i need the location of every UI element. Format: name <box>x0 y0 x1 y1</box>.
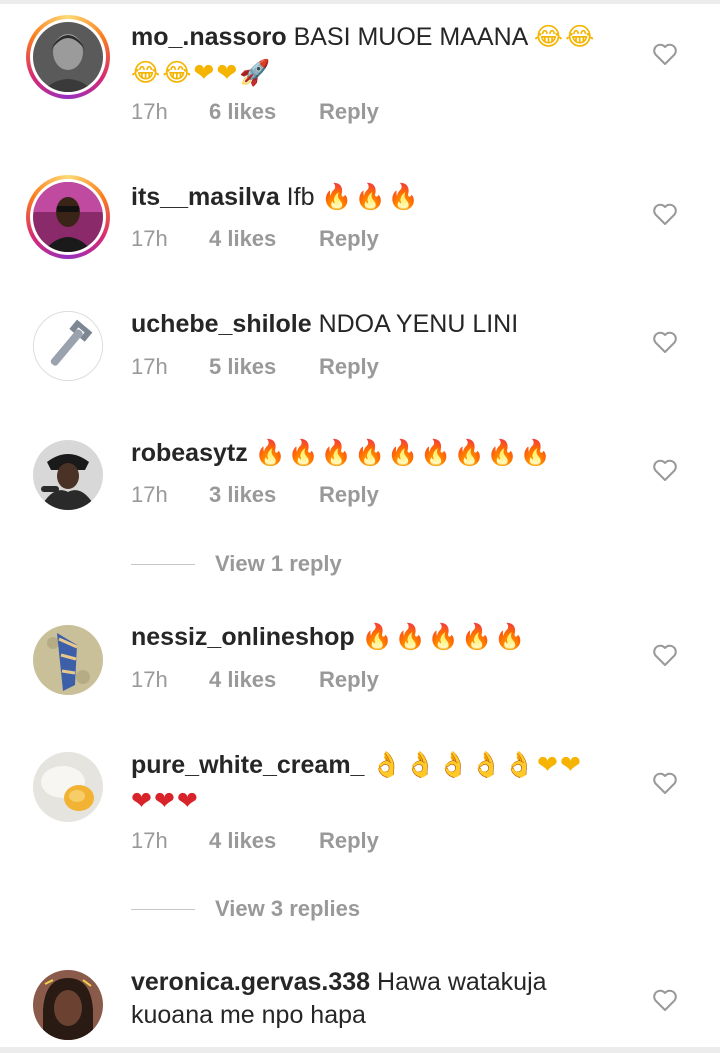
view-replies-label[interactable]: View 3 replies <box>215 896 360 922</box>
comment-text: its__masilva Ifb 🔥🔥🔥 <box>131 180 631 214</box>
avatar[interactable] <box>33 752 103 822</box>
reply-button[interactable]: Reply <box>319 828 379 854</box>
comment-body: BASI MUOE MAANA <box>293 23 527 51</box>
timestamp: 17h <box>131 667 168 692</box>
comment-body: Ifb <box>286 183 315 211</box>
likes-count[interactable]: 4 likes <box>209 667 276 693</box>
username[interactable]: nessiz_onlineshop <box>131 623 355 651</box>
avatar[interactable] <box>33 970 103 1040</box>
username[interactable]: robeasytz <box>131 439 248 467</box>
avatar[interactable] <box>33 625 103 695</box>
likes-count[interactable]: 4 likes <box>209 226 276 252</box>
replies-divider <box>131 909 195 910</box>
emoji-text: 😂😂❤❤🚀 <box>131 58 273 87</box>
reply-button[interactable]: Reply <box>319 667 379 693</box>
like-heart-icon[interactable] <box>652 42 678 66</box>
comment-body: Hawa watakuja <box>377 968 547 996</box>
like-heart-icon[interactable] <box>652 202 678 226</box>
like-heart-icon[interactable] <box>652 988 678 1012</box>
likes-count[interactable]: 4 likes <box>209 828 276 854</box>
emoji-text: 🔥🔥🔥🔥🔥 <box>361 622 528 651</box>
emoji-text: ❤❤❤ <box>131 786 200 815</box>
comment-body: NDOA YENU LINI <box>318 310 519 338</box>
avatar[interactable] <box>26 15 110 99</box>
avatar[interactable] <box>26 175 110 259</box>
username[interactable]: its__masilva <box>131 183 280 211</box>
like-heart-icon[interactable] <box>652 643 678 667</box>
likes-count[interactable]: 5 likes <box>209 354 276 380</box>
likes-count[interactable]: 3 likes <box>209 482 276 508</box>
top-divider <box>0 0 720 4</box>
emoji-text: 👌👌👌👌👌❤❤ <box>371 750 583 779</box>
username[interactable]: pure_white_cream_ <box>131 751 364 779</box>
avatar[interactable] <box>33 440 103 510</box>
reply-button[interactable]: Reply <box>319 354 379 380</box>
timestamp: 17h <box>131 828 168 853</box>
like-heart-icon[interactable] <box>652 771 678 795</box>
comment-text: uchebe_shilole NDOA YENU LINI <box>131 308 631 341</box>
like-heart-icon[interactable] <box>652 330 678 354</box>
username[interactable]: uchebe_shilole <box>131 310 312 338</box>
username[interactable]: veronica.gervas.338 <box>131 968 370 996</box>
replies-divider <box>131 564 195 565</box>
like-heart-icon[interactable] <box>652 458 678 482</box>
timestamp: 17h <box>131 226 168 251</box>
username[interactable]: mo_.nassoro <box>131 23 287 51</box>
emoji-text: 🔥🔥🔥🔥🔥🔥🔥🔥🔥 <box>254 438 553 467</box>
view-replies-button[interactable]: View 3 replies <box>131 896 431 926</box>
timestamp: 17h <box>131 99 168 124</box>
bottom-divider <box>0 1047 720 1053</box>
emoji-text: 😂😂 <box>533 22 597 51</box>
comment-text: veronica.gervas.338 Hawa watakuja kuoana… <box>131 966 631 1032</box>
view-replies-button[interactable]: View 1 reply <box>131 551 431 581</box>
likes-count[interactable]: 6 likes <box>209 99 276 125</box>
emoji-text: 🔥🔥🔥 <box>321 182 421 211</box>
timestamp: 17h <box>131 482 168 507</box>
view-replies-label[interactable]: View 1 reply <box>215 551 342 577</box>
reply-button[interactable]: Reply <box>319 99 379 125</box>
timestamp: 17h <box>131 354 168 379</box>
comment-text: nessiz_onlineshop 🔥🔥🔥🔥🔥 <box>131 620 631 654</box>
comment-text: mo_.nassoro BASI MUOE MAANA 😂😂 😂😂❤❤🚀 <box>131 20 631 90</box>
reply-button[interactable]: Reply <box>319 226 379 252</box>
comment-body: kuoana me npo hapa <box>131 1001 366 1029</box>
comment-text: robeasytz 🔥🔥🔥🔥🔥🔥🔥🔥🔥 <box>131 436 631 470</box>
avatar[interactable] <box>33 311 103 381</box>
comment-text: pure_white_cream_ 👌👌👌👌👌❤❤ ❤❤❤ <box>131 748 631 818</box>
reply-button[interactable]: Reply <box>319 482 379 508</box>
